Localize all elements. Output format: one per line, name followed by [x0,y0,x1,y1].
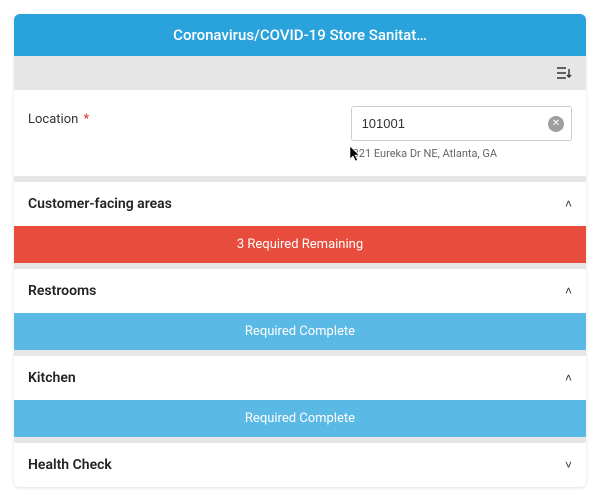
form-card: Coronavirus/COVID-19 Store Sanitat… Loca… [14,14,586,487]
section-status-bar: Required Complete [14,313,586,350]
section-status-bar: 3 Required Remaining [14,226,586,263]
location-label: Location * [28,106,89,127]
toolbar [14,56,586,90]
list-sort-icon[interactable] [556,66,574,80]
chevron-up-icon[interactable]: ˄ [565,284,572,298]
chevron-up-icon[interactable]: ˄ [565,371,572,385]
section-title: Customer-facing areas [28,196,172,212]
location-input[interactable] [351,106,572,141]
required-marker: * [84,112,90,127]
chevron-down-icon[interactable]: ˅ [565,458,572,472]
location-label-text: Location [28,112,78,127]
section-header[interactable]: Health Check ˅ [14,443,586,487]
section-title: Kitchen [28,370,76,386]
location-address: 321 Eureka Dr NE, Atlanta, GA [351,147,497,160]
section-header[interactable]: Kitchen ˄ [14,356,586,400]
location-panel: Location * ✕ 321 Eureka Dr NE, Atlanta, … [14,90,586,176]
location-input-wrap: ✕ [351,106,572,141]
clear-icon[interactable]: ✕ [548,116,564,132]
section-status-bar: Required Complete [14,400,586,437]
location-field-group: ✕ 321 Eureka Dr NE, Atlanta, GA [351,106,572,160]
section-title: Restrooms [28,283,96,299]
section-header[interactable]: Restrooms ˄ [14,269,586,313]
page-title: Coronavirus/COVID-19 Store Sanitat… [14,14,586,56]
section-title: Health Check [28,457,112,473]
chevron-up-icon[interactable]: ˄ [565,197,572,211]
section-header[interactable]: Customer-facing areas ˄ [14,182,586,226]
